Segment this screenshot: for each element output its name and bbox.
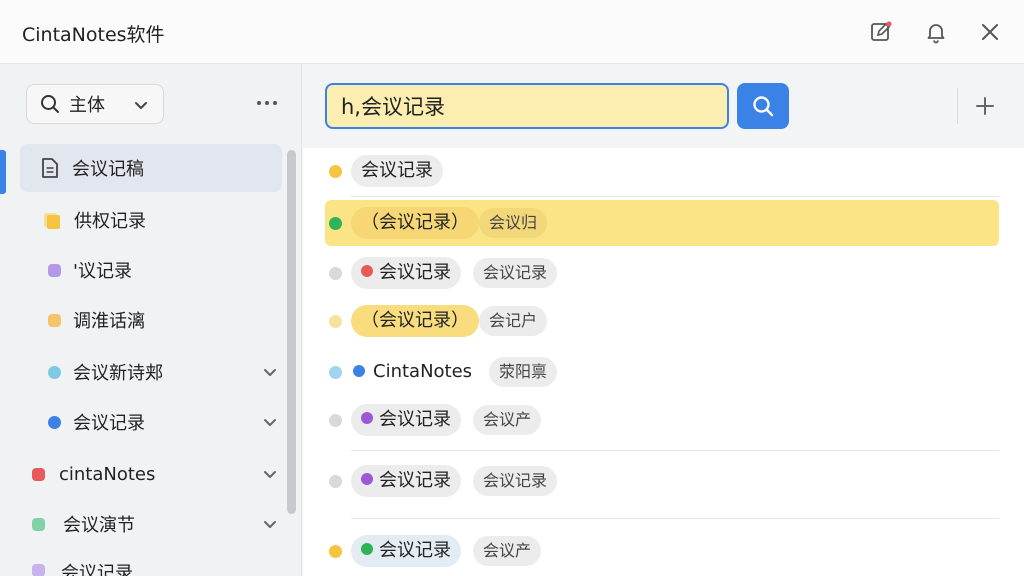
note-row-3[interactable]: （会议记录） 会记户 xyxy=(325,300,999,342)
note-tag: 会议产 xyxy=(473,405,542,435)
sidebar-item-0[interactable]: 会议记稿 xyxy=(20,144,282,192)
color-tag-icon xyxy=(32,564,45,576)
title-bar: CintaNotes软件 xyxy=(0,0,1024,64)
note-tag: 会议记录 xyxy=(473,258,558,288)
sidebar-item-1[interactable]: 供权记录 xyxy=(20,196,282,244)
note-bullet xyxy=(329,545,342,558)
sidebar-item-2[interactable]: '议记录 xyxy=(20,246,282,294)
edit-icon xyxy=(871,21,892,41)
sidebar-item-label: 会议记录 xyxy=(73,413,145,434)
sidebar-item-7[interactable]: 会议演节 xyxy=(12,500,282,548)
note-tag: 荥阳禀 xyxy=(489,357,558,387)
sidebar-item-label: 会议新诗郏 xyxy=(73,363,163,384)
color-tag-icon xyxy=(32,467,45,481)
add-note-button[interactable] xyxy=(967,88,1003,124)
chevron-down-icon xyxy=(264,471,276,478)
sidebar-item-label: cintaNotes xyxy=(59,463,156,485)
note-tag: 会记户 xyxy=(479,306,548,336)
notes-icon xyxy=(44,213,60,229)
note-title: CintaNotes xyxy=(353,361,472,382)
note-title: （会议记录） xyxy=(351,305,479,337)
sidebar-item-6[interactable]: cintaNotes xyxy=(12,450,282,498)
scope-label: 主体 xyxy=(69,95,105,116)
note-title: 会议记录 xyxy=(351,155,443,187)
title-color-dot xyxy=(361,412,373,424)
sidebar-item-4[interactable]: 会议新诗郏 xyxy=(20,348,282,396)
scope-dropdown[interactable]: 主体 xyxy=(26,84,164,124)
search-icon xyxy=(41,95,59,113)
chevron-down-icon xyxy=(264,419,276,426)
notifications-button[interactable] xyxy=(920,16,952,48)
sidebar-item-3[interactable]: 调淮话漓 xyxy=(20,296,282,344)
search-bar xyxy=(303,64,1024,148)
color-tag-icon xyxy=(48,365,61,379)
ellipsis-icon xyxy=(257,101,277,105)
note-row-7[interactable]: 会议记录 会议产 xyxy=(325,530,999,572)
row-divider xyxy=(351,196,999,197)
expand-toggle[interactable] xyxy=(260,362,280,382)
active-indicator xyxy=(0,150,6,194)
bell-icon xyxy=(927,24,945,44)
more-options-button[interactable] xyxy=(252,88,282,118)
toolbar-divider xyxy=(957,88,958,124)
chevron-down-icon xyxy=(264,521,276,528)
chevron-down-icon xyxy=(135,102,147,109)
note-bullet xyxy=(329,165,342,178)
sidebar: 主体 会议记稿 供权记录 '议记录 调淮话漓 会议新诗郏 会议记录 cintaN… xyxy=(0,64,302,576)
search-icon xyxy=(753,96,774,117)
sidebar-item-label: 会议演节 xyxy=(63,515,135,536)
note-bullet xyxy=(329,475,342,488)
note-tag: 会议归 xyxy=(479,208,548,238)
note-title: 会议记录 xyxy=(351,465,461,497)
sidebar-item-5[interactable]: 会议记录 xyxy=(20,398,282,446)
note-bullet xyxy=(329,217,342,230)
note-title: 会议记录 xyxy=(351,404,461,436)
note-title: 会议记录 xyxy=(351,257,461,289)
note-bullet xyxy=(329,366,342,379)
sidebar-item-label: '议记录 xyxy=(73,261,132,282)
note-row-1[interactable]: （会议记录） 会议归 xyxy=(325,200,999,246)
note-row-0[interactable]: 会议记录 xyxy=(325,150,999,192)
main-panel: 会议记录 （会议记录） 会议归 会议记录 会议记录 （会议记录） 会记户 Cin… xyxy=(303,64,1024,576)
sidebar-item-label: 会议记录 xyxy=(61,563,133,576)
note-tag: 会议记录 xyxy=(473,466,558,496)
color-tag-icon xyxy=(32,517,45,531)
note-title: （会议记录） xyxy=(351,207,479,239)
close-button[interactable] xyxy=(974,16,1006,48)
plus-icon xyxy=(976,97,994,115)
row-divider xyxy=(351,518,999,519)
note-row-4[interactable]: CintaNotes 荥阳禀 xyxy=(325,351,999,393)
color-tag-icon xyxy=(48,263,61,277)
sidebar-item-8[interactable]: 会议记录 xyxy=(12,550,282,576)
note-row-5[interactable]: 会议记录 会议产 xyxy=(325,399,999,441)
sidebar-item-label: 会议记稿 xyxy=(72,159,144,180)
search-input[interactable] xyxy=(325,83,729,129)
title-color-dot xyxy=(361,265,373,277)
note-row-6[interactable]: 会议记录 会议记录 xyxy=(325,460,999,502)
note-tag: 会议产 xyxy=(473,536,542,566)
title-color-dot xyxy=(353,365,365,377)
expand-toggle[interactable] xyxy=(260,464,280,484)
title-color-dot xyxy=(361,473,373,485)
sidebar-item-label: 供权记录 xyxy=(74,211,146,232)
color-tag-icon xyxy=(48,415,61,429)
title-color-dot xyxy=(361,543,373,555)
note-bullet xyxy=(329,315,342,328)
document-icon xyxy=(42,158,58,178)
expand-toggle[interactable] xyxy=(260,514,280,534)
note-title: 会议记录 xyxy=(351,535,461,567)
note-bullet xyxy=(329,267,342,280)
close-icon xyxy=(982,24,998,40)
app-title: CintaNotes软件 xyxy=(22,24,165,46)
expand-toggle[interactable] xyxy=(260,412,280,432)
color-tag-icon xyxy=(48,313,61,327)
search-button[interactable] xyxy=(737,83,789,129)
row-divider xyxy=(351,450,999,451)
chevron-down-icon xyxy=(264,369,276,376)
sidebar-scrollbar[interactable] xyxy=(287,150,296,514)
sidebar-item-label: 调淮话漓 xyxy=(73,311,145,332)
new-note-button[interactable] xyxy=(865,16,897,48)
note-row-2[interactable]: 会议记录 会议记录 xyxy=(325,252,999,294)
note-bullet xyxy=(329,414,342,427)
